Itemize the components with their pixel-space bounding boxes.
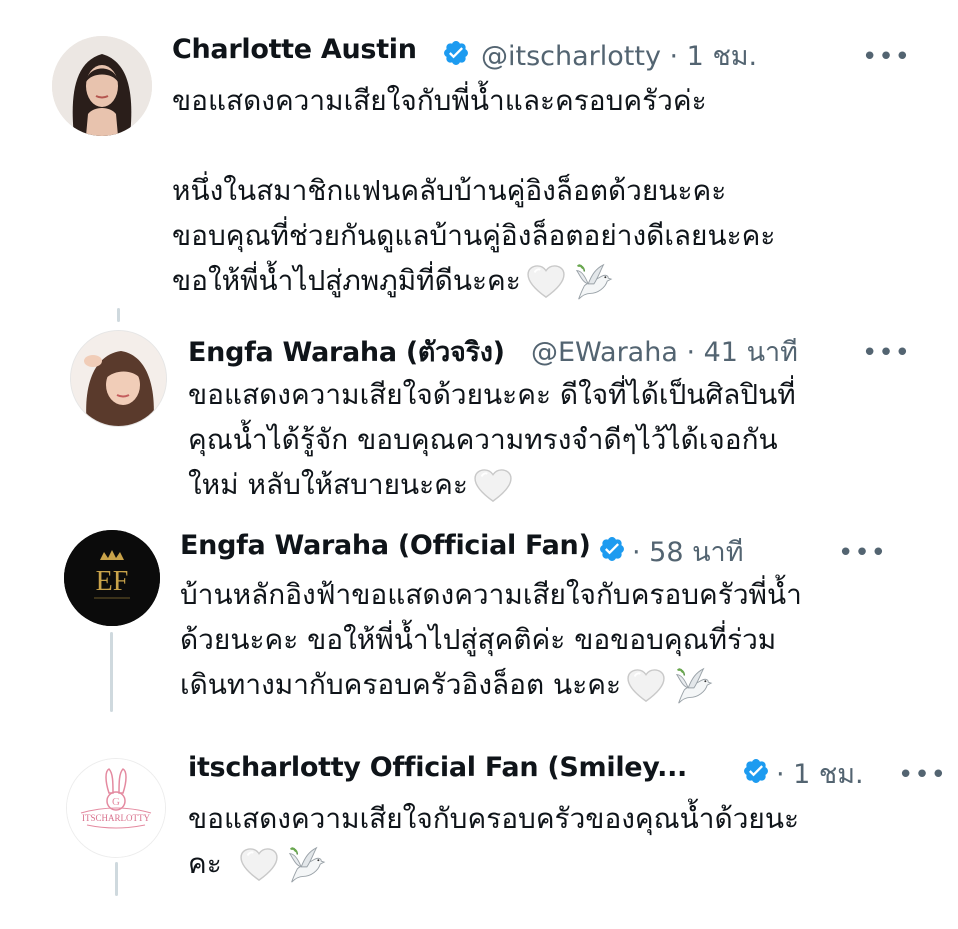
verified-badge-icon [442, 39, 470, 67]
dove-icon [671, 665, 713, 707]
more-options-icon[interactable]: ••• [862, 44, 911, 70]
brand-logo-icon: G ITSCHARLOTTY [67, 759, 165, 857]
author-handle-time[interactable]: · 1 ชม. [776, 752, 864, 795]
dove-icon [284, 844, 326, 886]
thread-line [115, 862, 118, 896]
avatar[interactable]: EF [64, 530, 160, 626]
tweet-text: ขอแสดงความเสียใจด้วยนะคะ ดีใจที่ได้เป็นศ… [188, 372, 908, 507]
thread-line [117, 308, 120, 322]
white-heart-icon [627, 669, 665, 703]
avatar-photo-icon [52, 36, 152, 136]
thread-line [110, 632, 113, 712]
more-options-icon[interactable]: ••• [862, 340, 911, 366]
author-name[interactable]: Engfa Waraha (ตัวจริง) [188, 330, 505, 373]
author-handle-time[interactable]: @EWaraha · 41 นาที [531, 330, 798, 373]
white-heart-icon [527, 265, 565, 299]
tweet-text-content: ขอแสดงความเสียใจกับครอบครัวของคุณน้ำด้วย… [188, 802, 799, 880]
more-options-icon[interactable]: ••• [898, 762, 947, 788]
svg-text:G: G [112, 796, 120, 808]
avatar[interactable] [52, 36, 152, 136]
author-name[interactable]: itscharlotty Official Fan (Smiley... [188, 752, 687, 783]
author-handle-time[interactable]: · 58 นาที [632, 530, 744, 573]
tweet-text: ขอแสดงความเสียใจกับครอบครัวของคุณน้ำด้วย… [188, 796, 928, 886]
avatar[interactable] [70, 330, 167, 427]
author-name[interactable]: Charlotte Austin [172, 34, 417, 65]
more-options-icon[interactable]: ••• [838, 540, 887, 566]
brand-logo-icon: EF [64, 530, 160, 626]
verified-badge-icon [598, 535, 626, 563]
white-heart-icon [240, 848, 278, 882]
author-handle-time[interactable]: @itscharlotty · 1 ชม. [481, 34, 757, 77]
avatar[interactable]: G ITSCHARLOTTY [66, 758, 166, 858]
tweet-text-content: ขอแสดงความเสียใจกับพี่น้ำและครอบครัวค่ะ … [172, 84, 776, 297]
dove-icon [571, 261, 613, 303]
avatar-photo-icon [71, 331, 166, 426]
white-heart-icon [474, 469, 512, 503]
tweet-text: บ้านหลักอิงฟ้าขอแสดงความเสียใจกับครอบครั… [180, 572, 900, 707]
avatar-logo-text: ITSCHARLOTTY [82, 813, 150, 823]
tweet-text: ขอแสดงความเสียใจกับพี่น้ำและครอบครัวค่ะ … [172, 78, 912, 303]
avatar-logo-text: EF [96, 566, 129, 597]
author-name[interactable]: Engfa Waraha (Official Fan) [180, 530, 591, 561]
verified-badge-icon [742, 757, 770, 785]
